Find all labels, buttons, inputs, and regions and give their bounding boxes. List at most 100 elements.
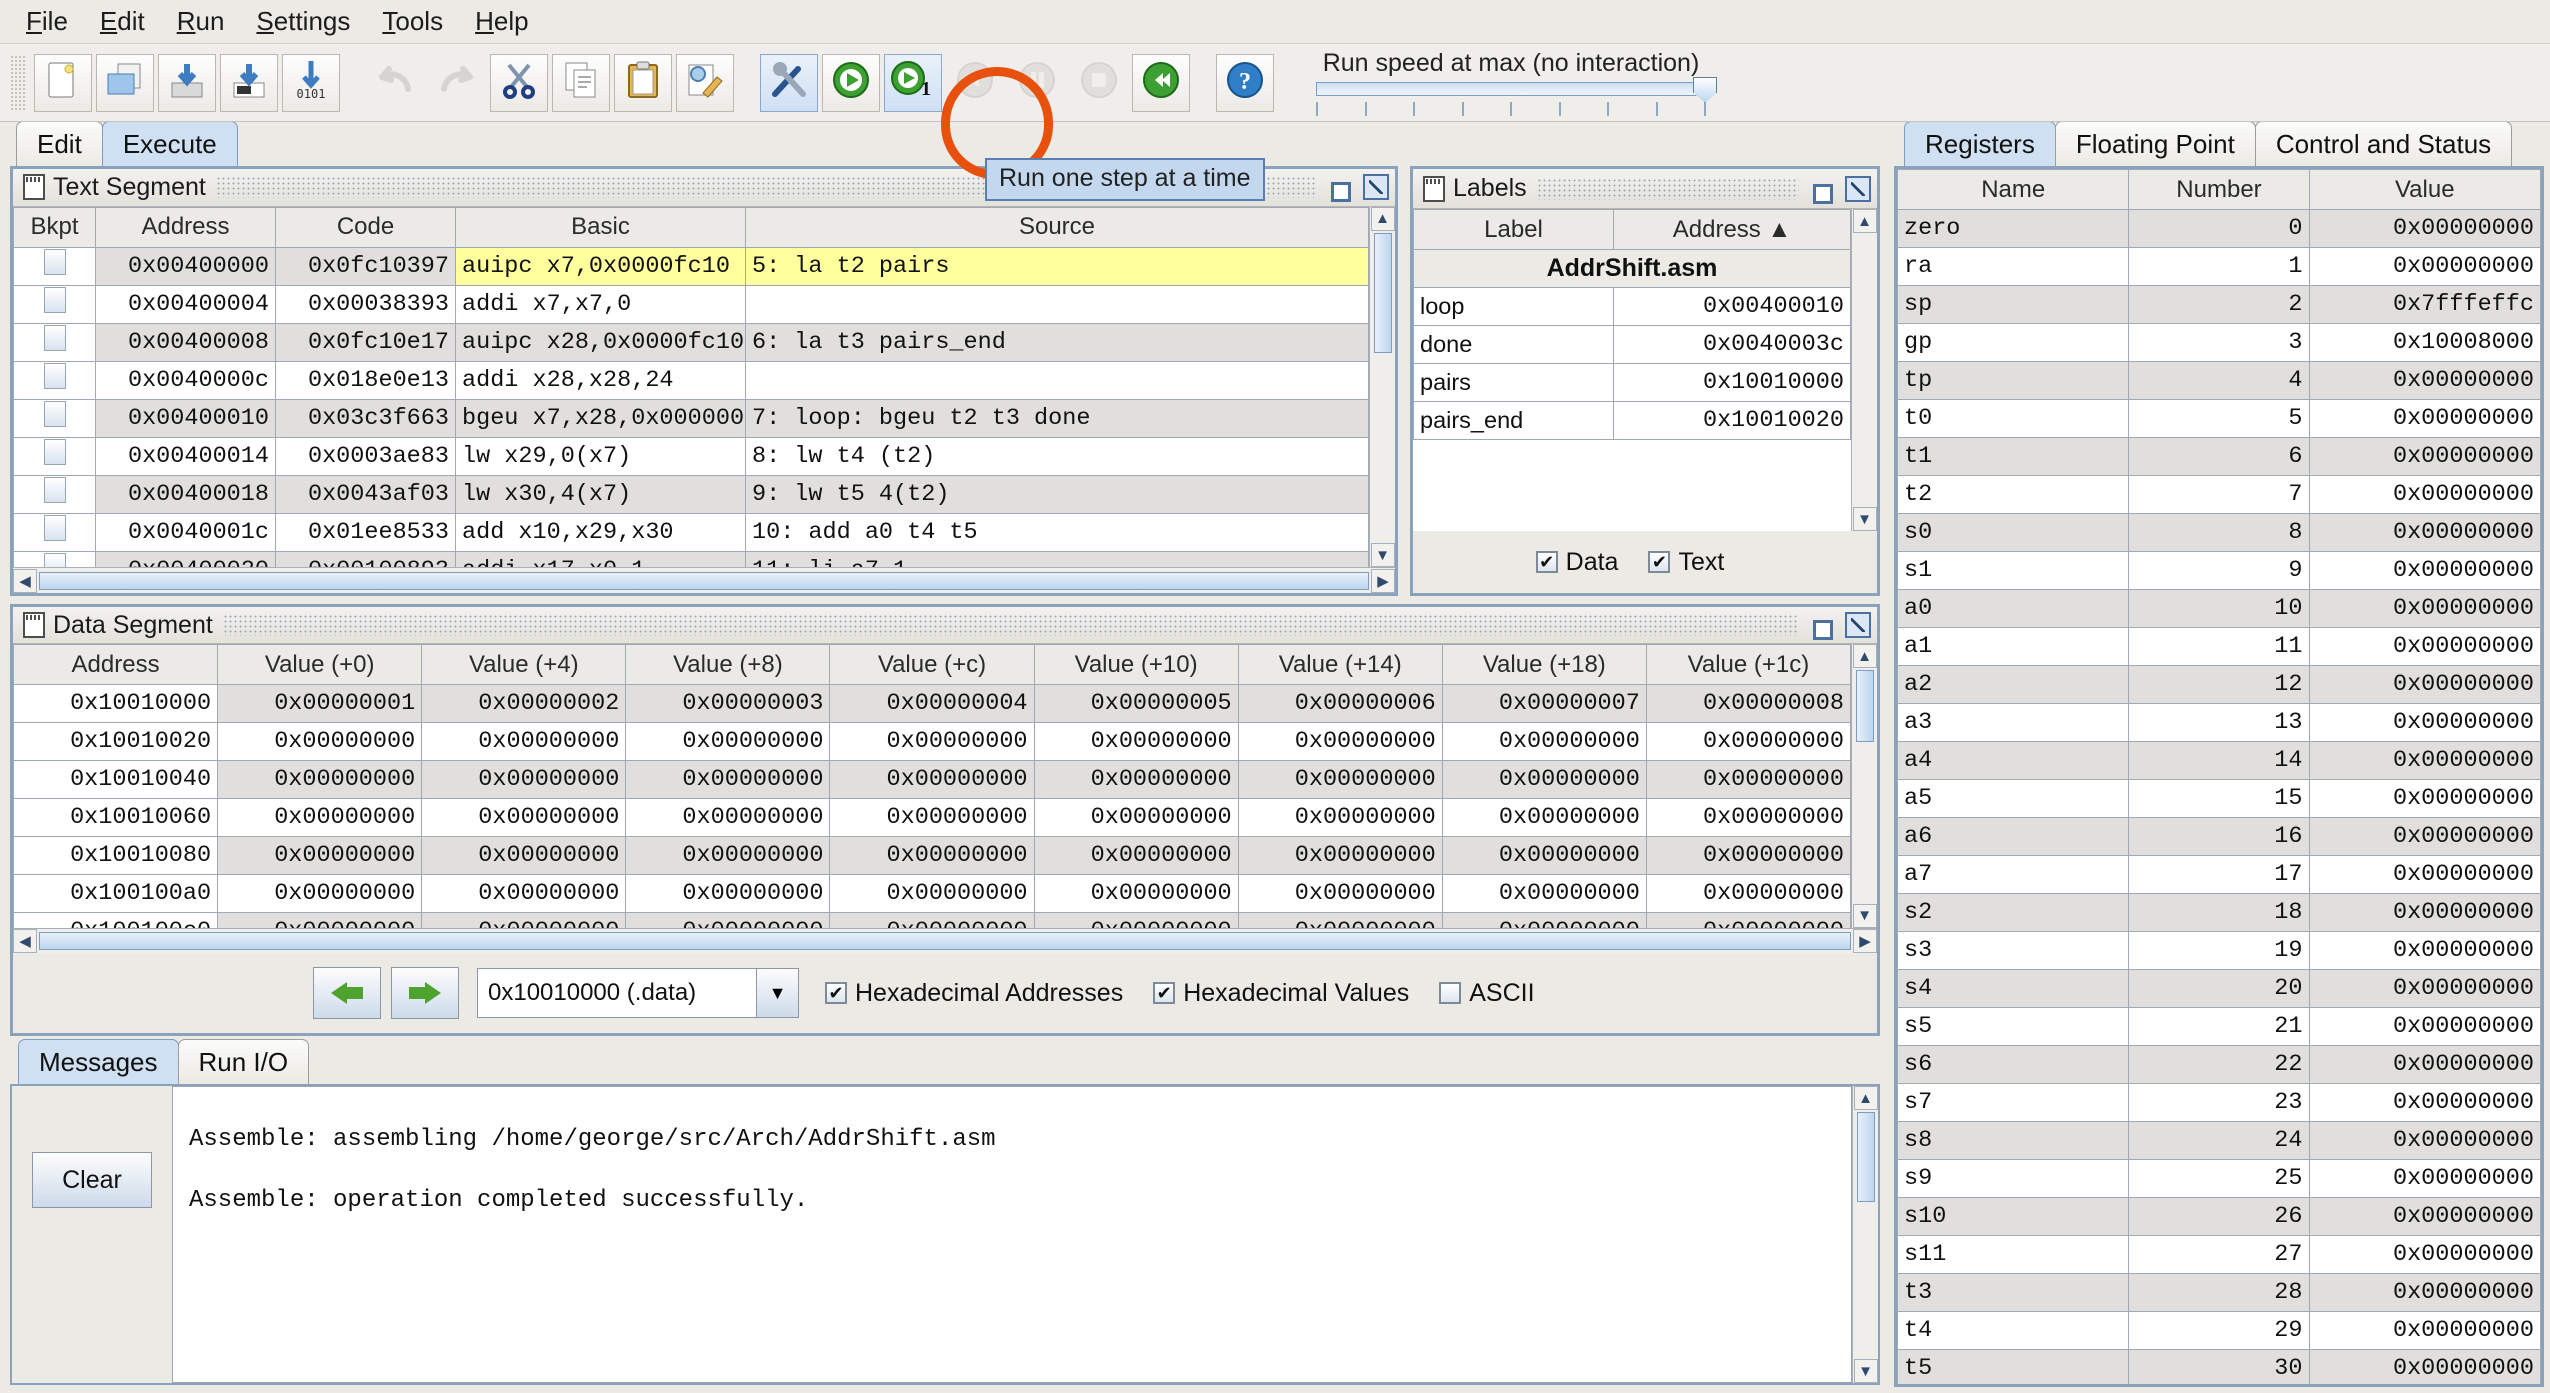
- breakpoint-cell[interactable]: [13, 512, 96, 552]
- scroll-down-icon[interactable]: ▼: [1853, 1359, 1878, 1383]
- save-as-button[interactable]: [220, 53, 278, 112]
- table-row[interactable]: 0x00400004 0x00038393 addi x7,x7,0: [13, 284, 1369, 324]
- breakpoint-cell[interactable]: [13, 550, 96, 567]
- scroll-down-icon[interactable]: ▼: [1852, 903, 1877, 928]
- breakpoint-checkbox[interactable]: [43, 553, 66, 567]
- table-row[interactable]: s10 26 0x00000000: [1897, 1197, 2541, 1236]
- checkbox-hexadecimal-addresses[interactable]: ✔ Hexadecimal Addresses: [825, 979, 1123, 1008]
- cell-value[interactable]: 0x00000000: [2308, 1083, 2541, 1122]
- cell-value[interactable]: 0x00000000: [1441, 874, 1647, 914]
- data-segment-hscrollbar[interactable]: ◀ ▶: [13, 927, 1877, 954]
- cell-value[interactable]: 0x00000000: [2308, 1121, 2541, 1160]
- scroll-thumb[interactable]: [1856, 1112, 1875, 1202]
- column-header[interactable]: Code: [275, 206, 456, 248]
- table-row[interactable]: pairs 0x10010000: [1413, 363, 1851, 402]
- run-button[interactable]: [822, 53, 880, 112]
- run-speed-slider[interactable]: [1316, 77, 1717, 103]
- messages-vscrollbar[interactable]: ▲ ▼: [1852, 1086, 1878, 1383]
- clear-button[interactable]: Clear: [32, 1152, 152, 1208]
- cell-value[interactable]: 0x00000000: [2308, 893, 2541, 932]
- scroll-right-icon[interactable]: ▶: [1853, 929, 1877, 954]
- cell-value[interactable]: 0x00000000: [2308, 1235, 2541, 1274]
- scroll-thumb-h[interactable]: [39, 571, 1369, 590]
- breakpoint-checkbox[interactable]: [43, 287, 66, 314]
- table-row[interactable]: t3 28 0x00000000: [1897, 1273, 2541, 1312]
- cell-value[interactable]: 0x00000000: [625, 874, 831, 914]
- help-button[interactable]: ?: [1216, 53, 1274, 112]
- table-row[interactable]: t4 29 0x00000000: [1897, 1311, 2541, 1350]
- tab-edit[interactable]: Edit: [16, 121, 103, 166]
- step-button[interactable]: 1: [884, 53, 942, 112]
- scroll-thumb[interactable]: [1373, 232, 1392, 353]
- table-row[interactable]: a4 14 0x00000000: [1897, 741, 2541, 780]
- cell-value[interactable]: 0x00000000: [1033, 874, 1239, 914]
- column-header[interactable]: Basic: [455, 206, 746, 248]
- breakpoint-cell[interactable]: [13, 360, 96, 400]
- cell-value[interactable]: 0x00000000: [829, 760, 1035, 800]
- cell-value[interactable]: 0x00000000: [1237, 836, 1443, 876]
- cell-value[interactable]: 0x00000000: [1645, 798, 1851, 838]
- cell-value[interactable]: 0x00000000: [2308, 1311, 2541, 1350]
- tab-execute[interactable]: Execute: [101, 121, 238, 166]
- cell-value[interactable]: 0x00000000: [1033, 836, 1239, 876]
- cell-value[interactable]: 0x00000000: [829, 874, 1035, 914]
- breakpoint-cell[interactable]: [13, 474, 96, 514]
- breakpoint-checkbox[interactable]: [43, 477, 66, 504]
- paste-button[interactable]: [614, 53, 672, 112]
- cell-value[interactable]: 0x00000000: [2308, 1007, 2541, 1046]
- cell-value[interactable]: 0x00000000: [625, 836, 831, 876]
- cell-value[interactable]: 0x00000000: [217, 798, 423, 838]
- cell-value[interactable]: 0x00000000: [217, 836, 423, 876]
- column-header[interactable]: Number: [2128, 169, 2310, 210]
- cell-value[interactable]: 0x00000000: [2308, 551, 2541, 590]
- cell-value[interactable]: 0x00000000: [1645, 836, 1851, 876]
- cell-value[interactable]: 0x00000000: [2308, 1197, 2541, 1236]
- cell-value[interactable]: 0x00000008: [1645, 684, 1851, 724]
- cell-value[interactable]: 0x00000000: [1441, 836, 1647, 876]
- cell-value[interactable]: 0x00000000: [829, 798, 1035, 838]
- scroll-left-icon[interactable]: ◀: [13, 929, 37, 954]
- scroll-up-icon[interactable]: ▲: [1852, 644, 1877, 669]
- cell-value[interactable]: 0x00000000: [2308, 1159, 2541, 1198]
- cell-value[interactable]: 0x00000000: [1441, 912, 1647, 928]
- cell-value[interactable]: 0x00000000: [829, 912, 1035, 928]
- scroll-thumb[interactable]: [1855, 670, 1874, 743]
- cell-value[interactable]: 0x00000000: [217, 722, 423, 762]
- table-row[interactable]: t2 7 0x00000000: [1897, 475, 2541, 514]
- cell-value[interactable]: 0x00000000: [2308, 247, 2541, 286]
- table-row[interactable]: 0x10010080 0x00000000 0x00000000 0x00000000…: [13, 836, 1851, 876]
- table-row[interactable]: 0x10010040 0x00000000 0x00000000 0x00000000…: [13, 760, 1851, 800]
- table-row[interactable]: ra 1 0x00000000: [1897, 247, 2541, 286]
- table-row[interactable]: s0 8 0x00000000: [1897, 513, 2541, 552]
- cell-value[interactable]: 0x00000000: [829, 836, 1035, 876]
- menu-run[interactable]: Run: [161, 2, 241, 41]
- minimize-icon[interactable]: [1809, 612, 1835, 640]
- cell-value[interactable]: 0x00000000: [2308, 513, 2541, 552]
- cell-value[interactable]: 0x00000003: [625, 684, 831, 724]
- breakpoint-checkbox[interactable]: [43, 515, 66, 542]
- checkbox-data[interactable]: ✔ Data: [1535, 548, 1618, 577]
- cell-value[interactable]: 0x00000000: [2308, 779, 2541, 818]
- cell-value[interactable]: 0x00000006: [1237, 684, 1443, 724]
- column-header[interactable]: Name: [1897, 169, 2130, 210]
- cell-value[interactable]: 0x00000000: [1237, 722, 1443, 762]
- table-row[interactable]: s9 25 0x00000000: [1897, 1159, 2541, 1198]
- cell-value[interactable]: 0x00000000: [217, 874, 423, 914]
- tab-messages[interactable]: Messages: [18, 1039, 179, 1084]
- menu-help[interactable]: Help: [459, 2, 544, 41]
- tab-control-and-status[interactable]: Control and Status: [2254, 121, 2513, 166]
- table-row[interactable]: s7 23 0x00000000: [1897, 1083, 2541, 1122]
- next-page-button[interactable]: [391, 967, 459, 1020]
- menu-settings[interactable]: Settings: [240, 2, 366, 41]
- cell-value[interactable]: 0x00000000: [2308, 209, 2541, 248]
- cell-value[interactable]: 0x00000000: [1033, 798, 1239, 838]
- table-row[interactable]: 0x00400000 0x0fc10397 auipc x7,0x0000fc10 5…: [13, 246, 1369, 286]
- cell-value[interactable]: 0x00000000: [2308, 703, 2541, 742]
- table-row[interactable]: a2 12 0x00000000: [1897, 665, 2541, 704]
- table-row[interactable]: t0 5 0x00000000: [1897, 399, 2541, 438]
- cell-value[interactable]: 0x00000000: [625, 722, 831, 762]
- cell-value[interactable]: 0x00000001: [217, 684, 423, 724]
- table-row[interactable]: a1 11 0x00000000: [1897, 627, 2541, 666]
- scroll-down-icon[interactable]: ▼: [1852, 507, 1877, 531]
- table-row[interactable]: done 0x0040003c: [1413, 325, 1851, 364]
